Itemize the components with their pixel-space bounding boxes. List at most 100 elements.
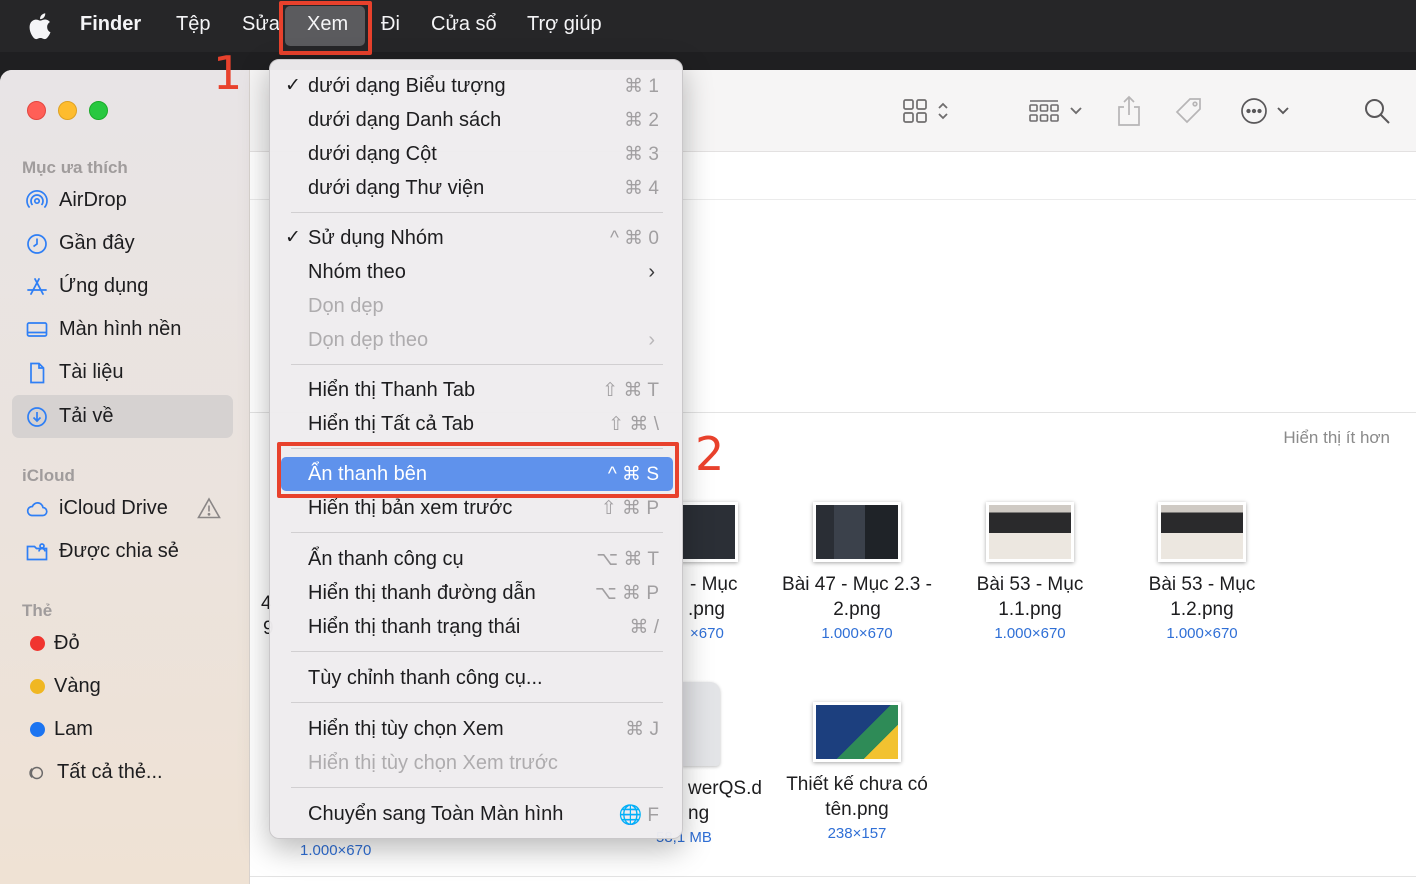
menu-item-show-status-bar[interactable]: Hiển thị thanh trạng thái ⌘ / [281, 610, 673, 644]
menu-item-as-list[interactable]: dưới dạng Danh sách ⌘ 2 [281, 103, 673, 137]
menu-go[interactable]: Đi [381, 13, 400, 36]
tag-color-dot [30, 636, 45, 651]
sidebar-item-label: Vàng [54, 675, 101, 697]
minimize-window-button[interactable] [58, 101, 77, 120]
file-item[interactable]: Bài 53 - Mục 1.1.png 1.000×670 [935, 502, 1125, 642]
sidebar-tag-blue[interactable]: Lam [12, 708, 233, 751]
search-button[interactable] [1363, 94, 1391, 128]
menu-item-shortcut: ⌥ ⌘ T [596, 549, 659, 570]
menu-help[interactable]: Trợ giúp [527, 13, 602, 36]
file-name-line2: 1.2.png [1170, 599, 1234, 620]
sidebar-item-recents[interactable]: Gần đây [12, 222, 233, 265]
menu-bar: Finder Tệp Sửa Xem Đi Cửa sổ Trợ giúp [0, 0, 1416, 55]
file-item[interactable]: Bài 47 - Mục 2.3 - 2.png 1.000×670 [762, 502, 952, 642]
file-thumbnail [1158, 502, 1246, 562]
menu-item-shortcut: ⇧ ⌘ \ [608, 414, 659, 435]
menu-item-clean-up-by: Dọn dẹp theo › [281, 323, 673, 357]
sidebar-all-tags[interactable]: Tất cả thẻ... [12, 751, 233, 794]
close-window-button[interactable] [27, 101, 46, 120]
menu-separator [291, 212, 663, 213]
menu-item-enter-full-screen[interactable]: Chuyển sang Toàn Màn hình 🌐 F [281, 797, 673, 831]
file-dimensions: 1.000×670 [821, 625, 893, 642]
applications-icon [24, 274, 50, 300]
file-thumbnail [986, 502, 1074, 562]
zoom-window-button[interactable] [89, 101, 108, 120]
clock-icon [24, 231, 50, 257]
menu-item-label: Hiển thị bản xem trước [308, 497, 513, 519]
menu-item-shortcut: ⌘ 1 [624, 76, 659, 97]
file-dimensions: 1.000×670 [994, 625, 1066, 642]
chevron-down-icon [1070, 107, 1082, 115]
menu-item-label: Hiển thị tùy chọn Xem [308, 718, 504, 740]
tag-color-dot [30, 722, 45, 737]
file-thumbnail [680, 502, 738, 562]
sidebar-tag-red[interactable]: Đỏ [12, 622, 233, 665]
sidebar-item-label: Màn hình nền [59, 318, 182, 340]
group-grid-icon [1029, 100, 1059, 122]
file-name-line2: 1.1.png [998, 599, 1062, 620]
menu-item-label: Chuyển sang Toàn Màn hình [308, 803, 564, 825]
show-less-link[interactable]: Hiển thị ít hơn [1283, 428, 1390, 448]
menu-item-show-path-bar[interactable]: Hiển thị thanh đường dẫn ⌥ ⌘ P [281, 576, 673, 610]
menu-separator [291, 364, 663, 365]
sidebar-item-label: Tất cả thẻ... [57, 761, 163, 783]
sidebar-item-label: Tài liệu [59, 361, 124, 383]
document-icon [24, 360, 50, 386]
menu-item-hide-toolbar[interactable]: Ẩn thanh công cụ ⌥ ⌘ T [281, 542, 673, 576]
menu-item-as-icons[interactable]: ✓ dưới dạng Biểu tượng ⌘ 1 [281, 69, 673, 103]
warning-icon[interactable] [197, 497, 221, 519]
menu-item-show-all-tabs[interactable]: Hiển thị Tất cả Tab ⇧ ⌘ \ [281, 407, 673, 441]
sidebar-tag-yellow[interactable]: Vàng [12, 665, 233, 708]
menu-item-label: Hiển thị Tất cả Tab [308, 413, 475, 435]
menu-item-shortcut: ⌥ ⌘ P [594, 583, 659, 604]
menu-item-shortcut: ⌘ 3 [624, 144, 659, 165]
menu-item-clean-up: Dọn dẹp [281, 289, 673, 323]
sidebar-item-airdrop[interactable]: AirDrop [12, 179, 233, 222]
sidebar-item-shared[interactable]: Được chia sẻ [12, 530, 233, 573]
desktop-icon [24, 317, 50, 343]
sidebar-item-documents[interactable]: Tài liệu [12, 351, 233, 394]
menu-item-use-groups[interactable]: ✓ Sử dụng Nhóm ^ ⌘ 0 [281, 221, 673, 255]
sidebar-item-icloud-drive[interactable]: iCloud Drive [12, 487, 233, 530]
file-item[interactable]: Bài 53 - Mục 1.2.png 1.000×670 [1107, 502, 1297, 642]
sidebar-item-label: iCloud Drive [59, 497, 168, 519]
menu-item-group-by[interactable]: Nhóm theo › [281, 255, 673, 289]
menu-item-as-columns[interactable]: dưới dạng Cột ⌘ 3 [281, 137, 673, 171]
menu-item-shortcut: ⇧ ⌘ P [600, 498, 659, 519]
menu-app-finder[interactable]: Finder [80, 13, 141, 36]
menu-item-shortcut: ⇧ ⌘ T [602, 380, 659, 401]
apple-logo-icon[interactable] [26, 11, 52, 41]
sidebar-item-downloads[interactable]: Tải về [12, 395, 233, 438]
sidebar-item-label: Được chia sẻ [59, 540, 179, 562]
menu-item-shortcut: ^ ⌘ 0 [609, 228, 659, 249]
menu-item-customize-toolbar[interactable]: Tùy chỉnh thanh công cụ... [281, 661, 673, 695]
annotation-box-step1 [279, 1, 372, 55]
checkmark-icon: ✓ [285, 227, 301, 248]
shared-folder-icon [24, 539, 50, 565]
menu-item-label: dưới dạng Cột [308, 143, 437, 165]
sidebar-item-label: Gần đây [59, 232, 135, 254]
group-button[interactable] [1029, 94, 1083, 128]
sidebar-item-label: Lam [54, 718, 93, 740]
file-dimensions: 1.000×670 [1166, 625, 1238, 642]
sidebar-item-desktop[interactable]: Màn hình nền [12, 308, 233, 351]
icon-view-switcher[interactable] [902, 94, 950, 128]
menu-item-show-tab-bar[interactable]: Hiển thị Thanh Tab ⇧ ⌘ T [281, 373, 673, 407]
menu-file[interactable]: Tệp [176, 13, 210, 36]
sidebar: Mục ưa thích AirDrop Gần đây Ứng dụng Mà… [0, 70, 250, 884]
chevron-down-icon [1277, 107, 1289, 115]
share-button[interactable] [1116, 94, 1142, 128]
menu-item-label: Hiển thị Thanh Tab [308, 379, 476, 401]
sidebar-item-applications[interactable]: Ứng dụng [12, 265, 233, 308]
sidebar-section-icloud: iCloud [22, 466, 75, 485]
file-item[interactable]: 1.000×670 [250, 842, 430, 859]
more-actions-button[interactable] [1240, 94, 1290, 128]
tag-button[interactable] [1174, 94, 1204, 128]
file-item[interactable]: Thiết kế chưa có tên.png 238×157 [762, 702, 952, 842]
menu-edit[interactable]: Sửa [242, 13, 280, 36]
menu-item-as-gallery[interactable]: dưới dạng Thư viện ⌘ 4 [281, 171, 673, 205]
window-bottom-divider [250, 876, 1416, 877]
menu-item-show-view-options[interactable]: Hiển thị tùy chọn Xem ⌘ J [281, 712, 673, 746]
all-tags-icon [24, 760, 46, 786]
menu-window[interactable]: Cửa sổ [431, 13, 497, 36]
